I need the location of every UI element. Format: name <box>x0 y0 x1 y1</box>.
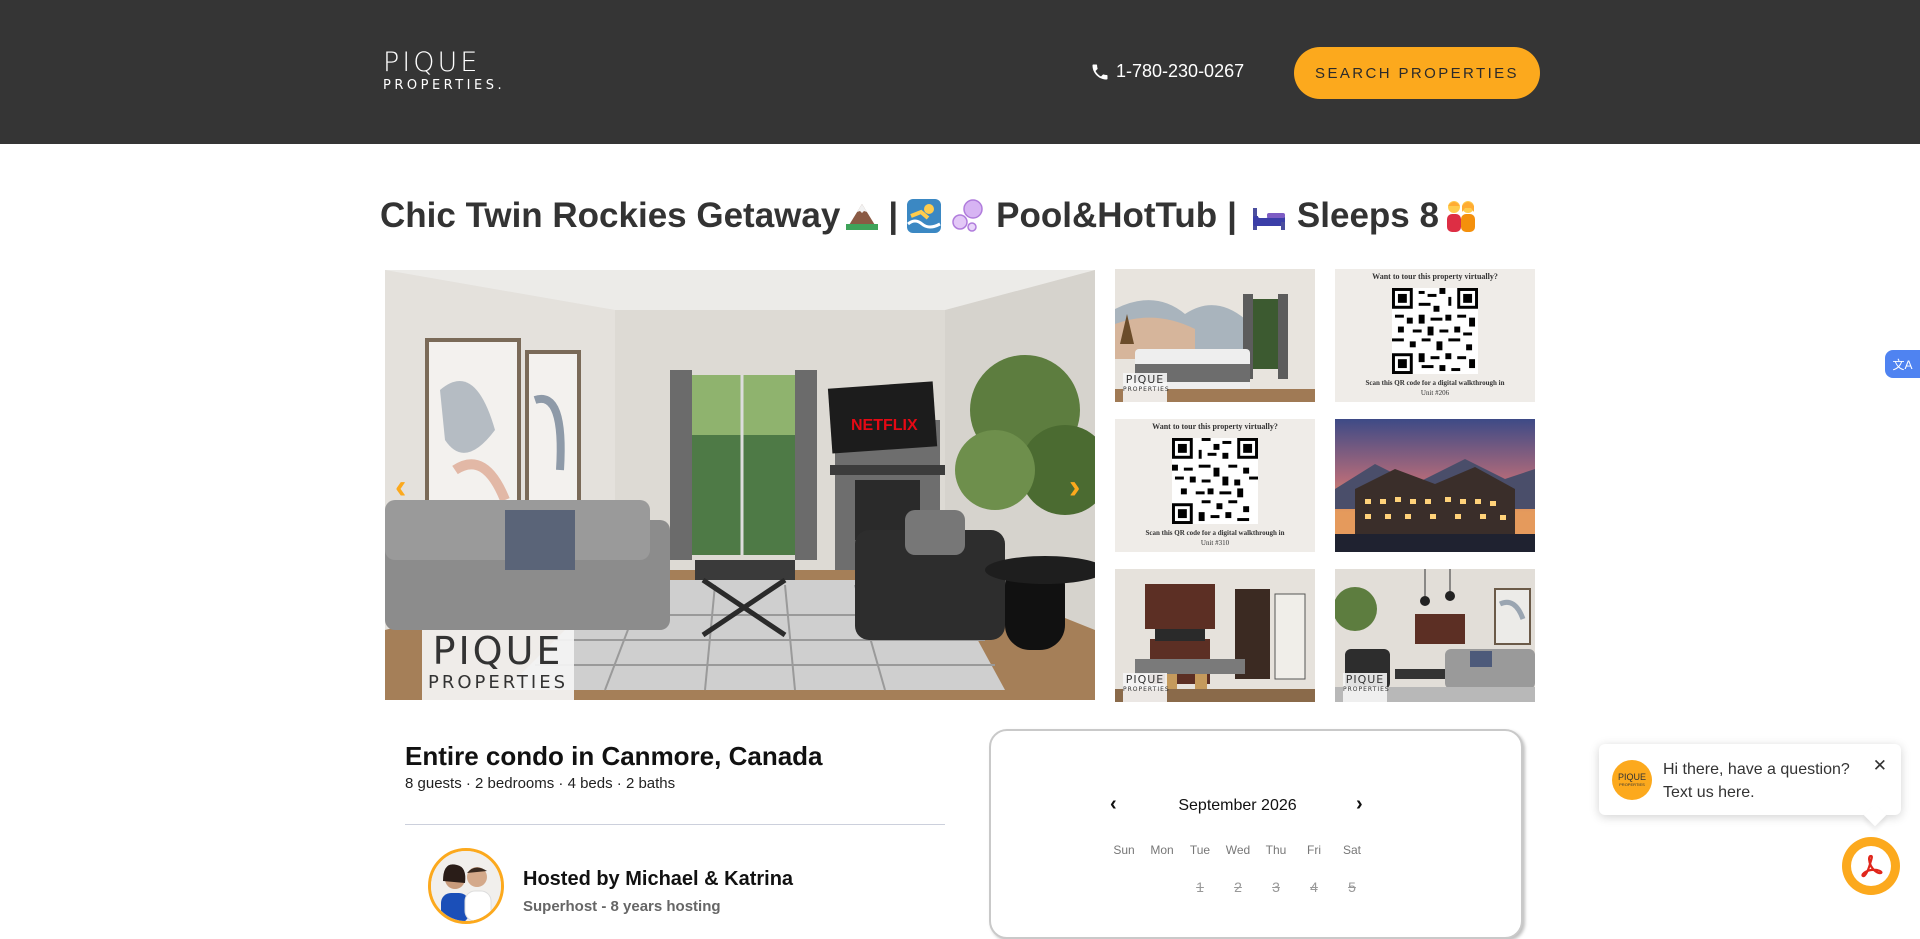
title-separator-2: | <box>1227 196 1237 235</box>
thumb-watermark-main: PIQUE <box>1345 673 1385 686</box>
chat-launcher-inner <box>1851 846 1891 886</box>
chat-message: Hi there, have a question? Text us here. <box>1663 758 1850 804</box>
section-divider <box>405 824 945 825</box>
logo-sub-text: PROPERTIES. <box>383 78 506 93</box>
qr-heading: Want to tour this property virtually? <box>1152 422 1278 431</box>
phone-number: 1-780-230-0267 <box>1116 61 1245 81</box>
pdf-icon <box>1861 854 1883 878</box>
netflix-logo-text: NETFLIX <box>851 417 918 434</box>
calendar-day-unavailable: 5 <box>1348 879 1356 895</box>
calendar-day-of-week: Sun <box>1113 843 1135 857</box>
host-avatar <box>428 848 504 924</box>
mountain-icon <box>846 204 879 230</box>
chat-logo-main: PIQUE <box>1617 772 1646 782</box>
thumb-watermark-sub: PROPERTIES <box>1343 686 1390 693</box>
pique-logo[interactable]: PIQUE PROPERTIES. <box>383 49 505 94</box>
thumb-watermark: PIQUE PROPERTIES <box>1123 373 1170 402</box>
carousel-prev-button[interactable]: ‹ <box>395 468 406 507</box>
thumb-watermark: PIQUE PROPERTIES <box>1123 673 1170 702</box>
listing-title: Entire condo in Canmore, Canada <box>405 741 823 771</box>
qr-caption: Scan this QR code for a digital walkthro… <box>1145 529 1285 537</box>
calendar-day-unavailable: 1 <box>1196 879 1204 895</box>
chat-brand-logo: PIQUE PROPERTIES <box>1612 760 1652 800</box>
qr-unit: Unit #206 <box>1420 389 1450 397</box>
chat-prompt-popup[interactable]: PIQUE PROPERTIES Hi there, have a questi… <box>1599 744 1901 815</box>
thumb-watermark-main: PIQUE <box>1125 373 1165 386</box>
title-part-amenity: Pool&HotTub <box>996 196 1218 235</box>
calendar-day-of-week: Tue <box>1189 843 1211 857</box>
booking-calendar-card <box>989 729 1523 939</box>
thumb-watermark-main: PIQUE <box>1125 673 1165 686</box>
host-avatar-photo <box>431 851 501 921</box>
thumb-watermark: PIQUE PROPERTIES <box>1343 673 1390 702</box>
watermark-main: PIQUE <box>432 629 564 673</box>
calendar-next-month-button[interactable]: › <box>1356 793 1363 816</box>
family-icon <box>1446 201 1475 232</box>
calendar-day-of-week: Wed <box>1225 843 1251 857</box>
bed-icon <box>1252 208 1285 230</box>
search-properties-button[interactable]: SEARCH PROPERTIES <box>1294 47 1540 99</box>
calendar-day-of-week: Sat <box>1342 843 1361 857</box>
phone-icon <box>1092 64 1108 79</box>
title-separator-1: | <box>888 196 899 235</box>
exterior-photo <box>1335 419 1535 552</box>
chat-logo-sub: PROPERTIES <box>1619 782 1645 787</box>
swimmer-icon <box>907 199 942 233</box>
chat-line-1: Hi there, have a question? <box>1663 761 1850 778</box>
thumb-watermark-sub: PROPERTIES <box>1123 386 1170 393</box>
logo-main-text: PIQUE <box>383 47 481 78</box>
qr-heading: Want to tour this property virtually? <box>1372 272 1498 281</box>
calendar-day-unavailable: 3 <box>1272 879 1280 895</box>
gallery-thumb-exterior[interactable] <box>1335 419 1535 552</box>
thumb-watermark-sub: PROPERTIES <box>1123 686 1170 693</box>
qr-unit: Unit #310 <box>1200 539 1230 547</box>
main-photo-watermark: PIQUE PROPERTIES <box>422 630 574 700</box>
phone-link[interactable]: 1-780-230-0267 <box>1090 61 1244 82</box>
listing-details: 8 guests · 2 bedrooms · 4 beds · 2 baths <box>405 775 676 792</box>
watermark-sub: PROPERTIES <box>427 672 569 693</box>
gallery-thumb-bedroom[interactable]: PIQUE PROPERTIES <box>1115 269 1315 402</box>
calendar-month-label: September 2026 <box>1178 797 1297 814</box>
gallery-thumb-qr-206[interactable]: Want to tour this property virtually? Sc… <box>1335 269 1535 402</box>
title-part-sleeps: Sleeps 8 <box>1296 196 1439 235</box>
gallery-thumb-qr-310[interactable]: Want to tour this property virtually? Sc… <box>1115 419 1315 552</box>
qr-code-icon <box>1392 288 1478 374</box>
calendar-day-unavailable: 4 <box>1310 879 1318 895</box>
chat-line-2: Text us here. <box>1663 784 1755 801</box>
carousel-next-button[interactable]: › <box>1069 468 1080 507</box>
host-subtitle: Superhost - 8 years hosting <box>523 898 721 915</box>
calendar-day-of-week: Thu <box>1265 843 1287 857</box>
chat-close-icon[interactable]: ✕ <box>1873 756 1887 776</box>
host-name: Hosted by Michael & Katrina <box>523 868 794 890</box>
chat-launcher-button[interactable] <box>1842 837 1900 895</box>
title-part-name: Chic Twin Rockies Getaway <box>380 196 841 235</box>
property-title: Chic Twin Rockies Getaway | Pool&HotTub … <box>380 196 1483 236</box>
translate-tab-button[interactable]: 文A <box>1885 350 1920 378</box>
calendar-day-of-week: Fri <box>1307 843 1321 857</box>
site-header: PIQUE PROPERTIES. 1-780-230-0267 SEARCH … <box>0 0 1920 144</box>
calendar-day-unavailable: 2 <box>1234 879 1242 895</box>
gallery-thumb-kitchen[interactable]: PIQUE PROPERTIES <box>1115 569 1315 702</box>
main-photo-carousel[interactable]: NETFLIX PIQUE PROPERTIES ‹ › <box>385 270 1095 700</box>
qr-caption: Scan this QR code for a digital walkthro… <box>1365 379 1505 387</box>
calendar-day-of-week: Mon <box>1150 843 1174 857</box>
bubbles-icon <box>952 199 983 232</box>
qr-code-icon <box>1172 438 1258 524</box>
gallery-thumb-living-area[interactable]: PIQUE PROPERTIES <box>1335 569 1535 702</box>
